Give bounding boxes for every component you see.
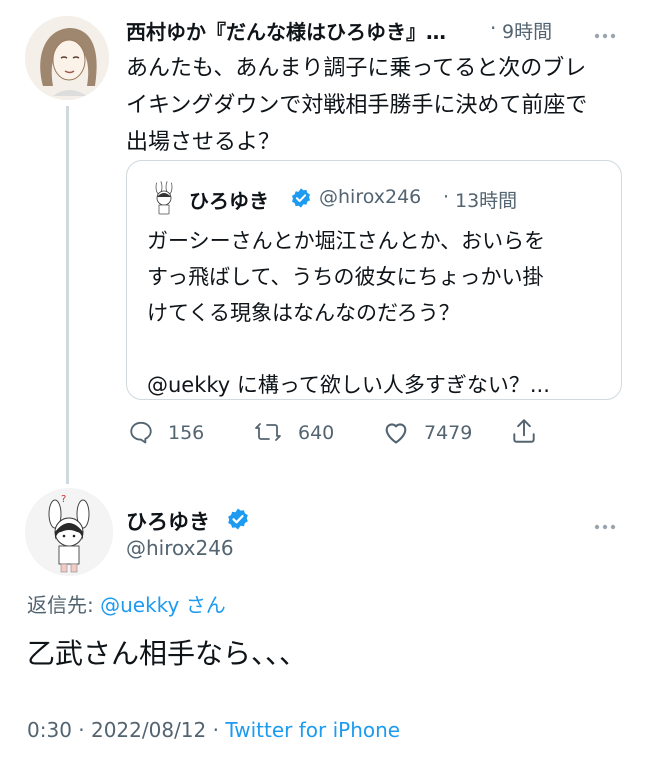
quote-text: ガーシーさんとか堀江さんとか、おいらを すっ飛ばして、うちの彼女にちょっかい掛 … (147, 223, 617, 403)
retweet-icon[interactable] (254, 419, 282, 449)
quoted-tweet-card[interactable]: ひろゆき @hirox246 · 13時間 ガーシーさんとか堀江さんとか、おいら… (126, 160, 622, 400)
reply-to-line: 返信先: @uekky さん (27, 589, 226, 618)
quote-text-line: すっ飛ばして、うちの彼女にちょっかい掛 (147, 265, 544, 289)
tweet2-author-name[interactable]: ひろゆき (126, 506, 210, 536)
like-count: 7479 (424, 422, 473, 444)
more-dots-icon[interactable] (594, 24, 616, 43)
avatar-nishimura[interactable] (25, 16, 109, 100)
verified-badge-icon (290, 187, 312, 213)
like-icon[interactable] (382, 419, 410, 449)
thread-connector (66, 106, 69, 484)
quote-handle: @hirox246 (319, 186, 422, 208)
retweet-count: 640 (298, 422, 335, 444)
quote-avatar (147, 181, 181, 215)
tweet1-text-line: あんたも、あんまり調子に乗ってると次のブレ (126, 56, 587, 81)
more-dots-icon[interactable] (594, 515, 616, 534)
quote-text-line-last: @uekky に構って欲しい人多すぎない？... (147, 373, 550, 397)
quote-separator: · (443, 186, 450, 208)
tweet2-source-link[interactable]: Twitter for iPhone (225, 718, 400, 742)
tweet2-handle[interactable]: @hirox246 (126, 536, 234, 560)
tweet1-separator: · (490, 16, 497, 40)
reply-to-suffix: さん (185, 593, 226, 617)
tweet1-text-line: 出場させるよ？ (126, 130, 281, 155)
tweet2-text: 乙武さん相手なら、、、 (27, 637, 308, 670)
quote-author-name: ひろゆき (189, 189, 269, 213)
tweet2-timestamp[interactable]: 0:30 · 2022/08/12 · (27, 718, 219, 742)
verified-badge-icon (226, 507, 250, 535)
avatar-hiroyuki[interactable]: ? (25, 488, 113, 576)
reply-count: 156 (168, 422, 205, 444)
tweet1-text: あんたも、あんまり調子に乗ってると次のブレ イキングダウンで対戦相手勝手に決めて… (126, 50, 631, 161)
quote-text-line: ガーシーさんとか堀江さんとか、おいらを (147, 229, 546, 253)
quote-text-line: けてくる現象はなんなのだろう？ (147, 301, 460, 325)
reply-icon[interactable] (128, 419, 154, 449)
reply-to-user-link[interactable]: @uekky (100, 593, 179, 617)
tweet1-time[interactable]: 9時間 (502, 17, 552, 44)
quote-time: 13時間 (455, 190, 518, 212)
reply-to-prefix: 返信先: (27, 593, 94, 617)
tweet1-text-line: イキングダウンで対戦相手勝手に決めて前座で (126, 93, 588, 118)
share-icon[interactable] (511, 417, 537, 449)
tweet1-author-name[interactable]: 西村ゆか『だんな様はひろゆき』… (126, 16, 446, 45)
svg-text:?: ? (61, 494, 66, 505)
tweet2-meta: 0:30 · 2022/08/12 · Twitter for iPhone (27, 718, 400, 742)
